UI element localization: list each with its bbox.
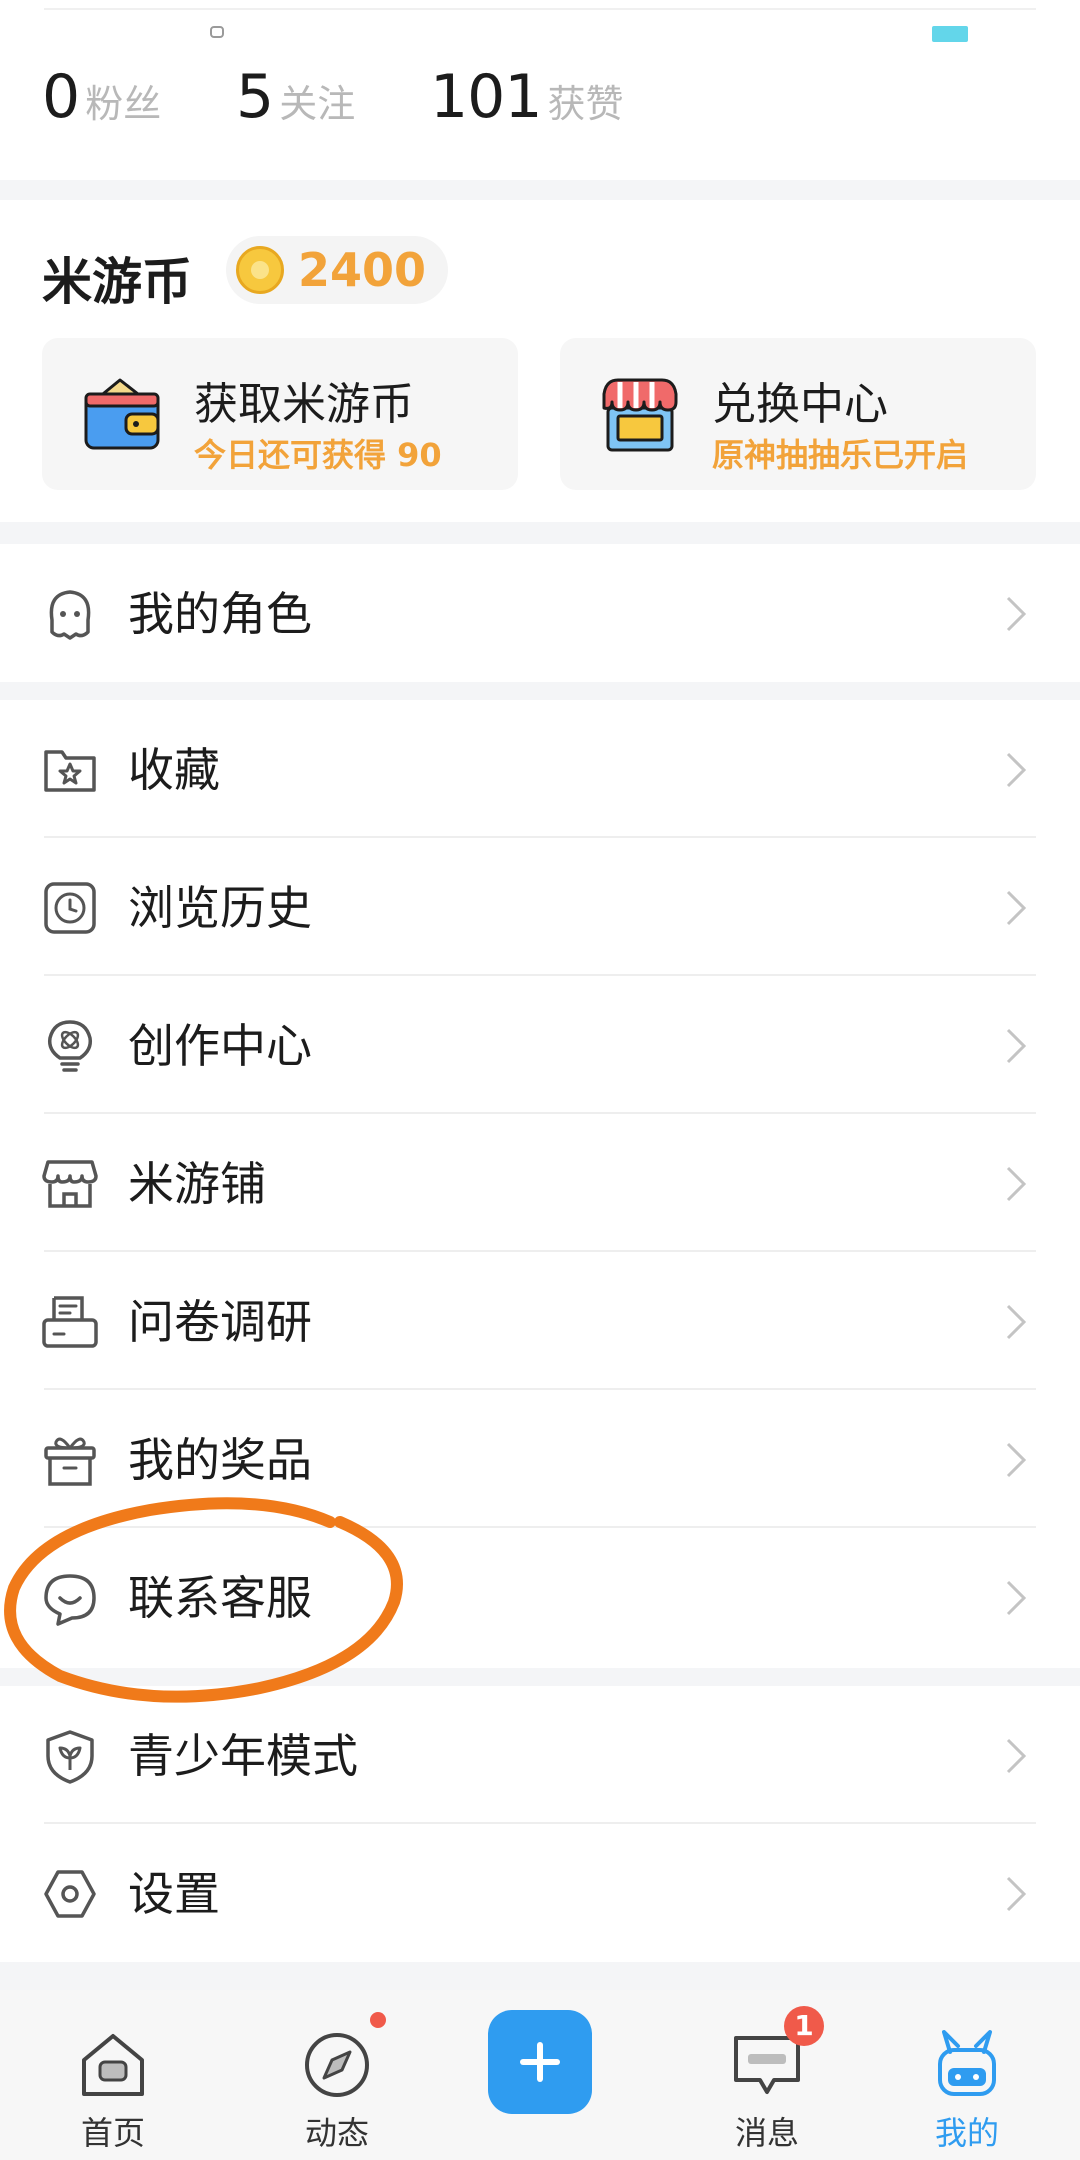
menu-item-history[interactable]: 浏览历史	[0, 838, 1080, 976]
menu-item-label: 我的奖品	[128, 1433, 312, 1487]
menu-item-label: 米游铺	[128, 1157, 266, 1211]
tab-profile[interactable]: 我的	[892, 1990, 1042, 2160]
followers-count: 0	[42, 62, 80, 132]
exchange-center-subtitle: 原神抽抽乐已开启	[712, 436, 969, 474]
profile-bunny-icon	[938, 2030, 996, 2096]
earn-coins-subtitle: 今日还可获得 90	[194, 436, 442, 474]
chevron-right-icon	[1006, 1166, 1027, 1202]
chevron-right-icon	[1006, 1442, 1027, 1478]
likes-label: 获赞	[547, 82, 624, 126]
menu-item-label: 青少年模式	[128, 1729, 358, 1783]
menu-item-survey[interactable]: 问卷调研	[0, 1252, 1080, 1390]
settings-icon	[44, 1870, 96, 1918]
tab-feed[interactable]: 动态	[262, 1990, 412, 2160]
menu-item-my-prizes[interactable]: 我的奖品	[0, 1390, 1080, 1528]
unread-badge: 1	[784, 2006, 824, 2046]
menu-item-customer-service[interactable]: 联系客服	[0, 1528, 1080, 1666]
menu-group-main: 收藏 浏览历史 创作中心 米游铺 问卷调研 我的奖品 联系客服	[0, 700, 1080, 1668]
exchange-center-button[interactable]: 兑换中心 原神抽抽乐已开启	[560, 338, 1036, 490]
tab-label: 动态	[304, 2114, 369, 2152]
chevron-right-icon	[1006, 596, 1027, 632]
menu-group-characters: 我的角色	[0, 544, 1080, 682]
tab-label: 我的	[934, 2114, 999, 2152]
chevron-right-icon	[1006, 1028, 1027, 1064]
chevron-right-icon	[1006, 1304, 1027, 1340]
menu-item-label: 创作中心	[128, 1019, 312, 1073]
menu-item-creator-center[interactable]: 创作中心	[0, 976, 1080, 1114]
earn-coins-title: 获取米游币	[194, 379, 414, 430]
bulb-icon	[47, 1020, 93, 1072]
shield-leaf-icon	[46, 1730, 94, 1784]
coin-amount: 2400	[298, 243, 427, 297]
following-stat[interactable]: 5 关注	[236, 62, 355, 132]
tab-label: 消息	[734, 2114, 799, 2152]
tab-messages[interactable]: 1 消息	[692, 1990, 842, 2160]
followers-label: 粉丝	[85, 82, 162, 126]
menu-item-label: 收藏	[128, 743, 220, 797]
wallet-icon	[84, 378, 160, 450]
create-post-button[interactable]	[488, 2010, 592, 2114]
small-status-icon	[210, 26, 224, 38]
star-folder-icon	[44, 750, 96, 792]
gift-icon	[44, 1437, 96, 1486]
followers-stat[interactable]: 0 粉丝	[42, 62, 161, 132]
menu-item-teen-mode[interactable]: 青少年模式	[0, 1686, 1080, 1824]
menu-item-label: 问卷调研	[128, 1295, 312, 1349]
chevron-right-icon	[1006, 1738, 1027, 1774]
tab-label: 首页	[80, 2114, 145, 2152]
menu-item-label: 设置	[128, 1867, 220, 1921]
home-icon	[82, 2034, 144, 2096]
following-label: 关注	[279, 82, 356, 126]
exchange-center-title: 兑换中心	[712, 379, 888, 430]
chevron-right-icon	[1006, 1876, 1027, 1912]
coin-balance[interactable]: 2400	[226, 236, 449, 304]
menu-item-label: 联系客服	[128, 1571, 312, 1625]
store-icon	[42, 1160, 98, 1208]
chevron-right-icon	[1006, 1580, 1027, 1616]
shop-icon	[602, 378, 678, 452]
divider	[44, 8, 1036, 10]
notification-dot	[370, 2012, 386, 2028]
following-count: 5	[236, 62, 274, 132]
stats-section: 0 粉丝 5 关注 101 获赞	[0, 0, 1080, 180]
character-icon	[49, 590, 91, 640]
menu-item-label: 我的角色	[128, 587, 312, 641]
menu-item-favorites[interactable]: 收藏	[0, 700, 1080, 838]
coin-title: 米游币	[42, 253, 192, 311]
chat-smile-icon	[44, 1574, 96, 1626]
clock-icon	[44, 882, 96, 934]
coin-section: 米游币 2400 获取米游币 今日还可获得 90 兑换中心 原神抽抽乐已开启	[0, 200, 1080, 522]
earn-coins-button[interactable]: 获取米游币 今日还可获得 90	[42, 338, 518, 490]
compass-icon	[305, 2033, 369, 2097]
chevron-right-icon	[1006, 752, 1027, 788]
menu-item-label: 浏览历史	[128, 881, 312, 935]
menu-item-settings[interactable]: 设置	[0, 1824, 1080, 1962]
tab-home[interactable]: 首页	[38, 1990, 188, 2160]
chevron-right-icon	[1006, 890, 1027, 926]
survey-icon	[42, 1296, 98, 1348]
menu-group-settings: 青少年模式 设置	[0, 1686, 1080, 1962]
likes-count: 101	[430, 62, 543, 132]
coin-icon	[236, 246, 284, 294]
level-indicator	[932, 26, 968, 42]
menu-item-my-characters[interactable]: 我的角色	[0, 544, 1080, 682]
likes-stat[interactable]: 101 获赞	[430, 62, 624, 132]
menu-item-store[interactable]: 米游铺	[0, 1114, 1080, 1252]
